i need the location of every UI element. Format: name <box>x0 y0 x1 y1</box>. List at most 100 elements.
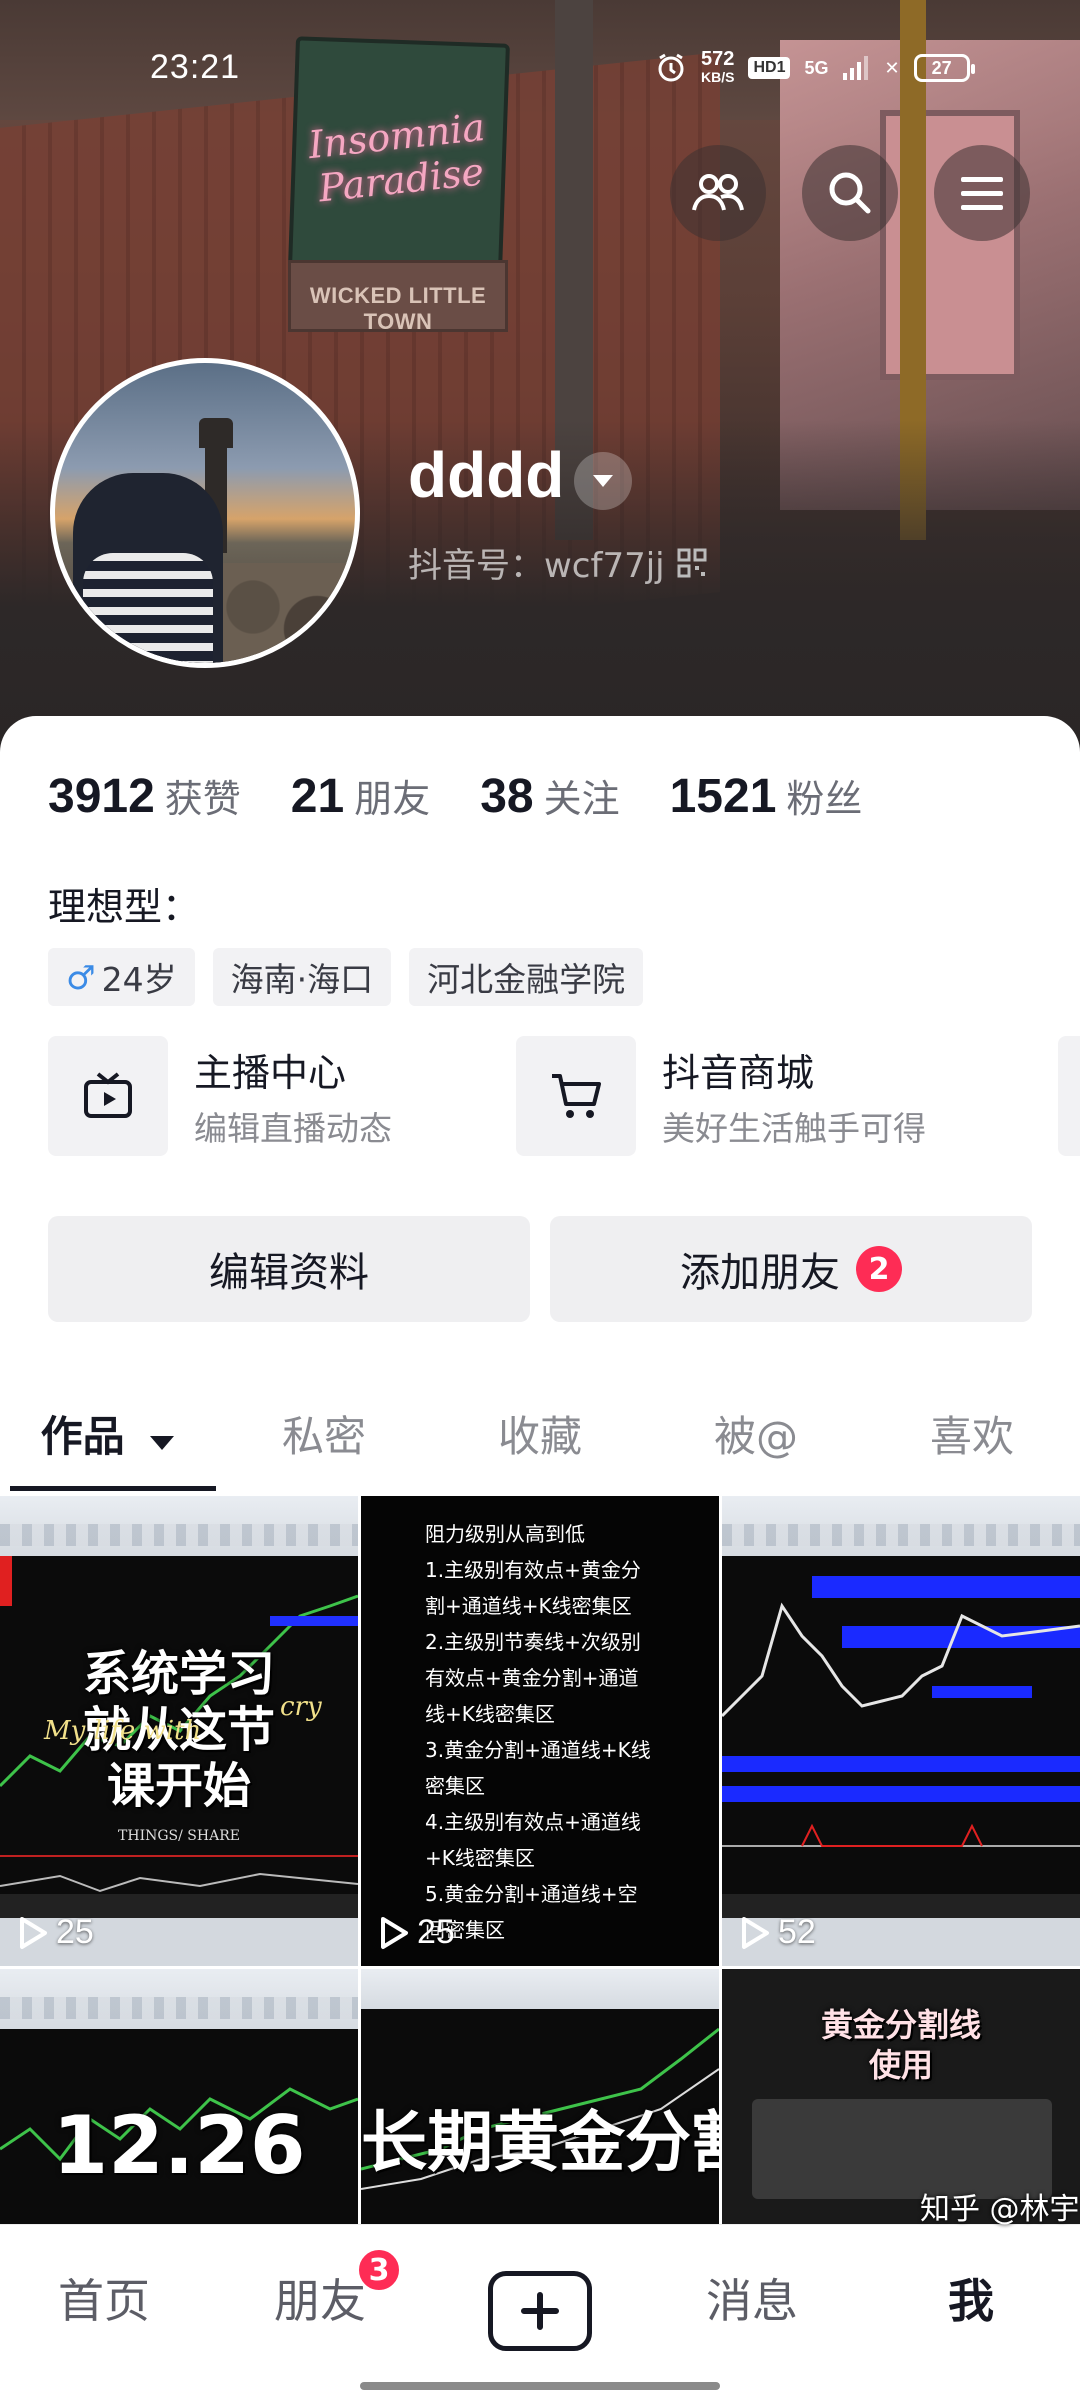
tag-school[interactable]: 河北金融学院 <box>409 948 644 1006</box>
create-button[interactable] <box>488 2271 592 2351</box>
service-entries: 主播中心 编辑直播动态 抖音商城 美好生活触手可得 <box>48 1036 1080 1160</box>
play-count-value: 52 <box>778 1913 816 1951</box>
tab-favorites[interactable]: 收藏 <box>432 1384 648 1490</box>
tile-toolbar-icons <box>722 1524 1080 1546</box>
stat-friends-label: 朋友 <box>354 777 431 821</box>
content-tabs: 作品 私密 收藏 被@ 喜欢 <box>0 1384 1080 1491</box>
video-watermark: My life with <box>44 1716 202 1746</box>
search-button[interactable] <box>802 145 898 241</box>
video-title: 12.26 <box>52 2099 306 2192</box>
play-count: 25 <box>18 1913 94 1952</box>
stat-followers-value: 1521 <box>669 770 777 823</box>
bio-text[interactable]: 理想型： <box>48 876 200 931</box>
streamer-center-entry[interactable] <box>48 1036 168 1156</box>
stat-friends[interactable]: 21 朋友 <box>291 768 430 824</box>
douyin-mall-subtitle: 美好生活触手可得 <box>662 1109 926 1148</box>
video-tile[interactable]: 系统学习 就从这节 课开始 My life with cry THINGS/ S… <box>0 1496 358 1966</box>
streamer-center-title[interactable]: 主播中心 <box>194 1042 346 1097</box>
video-tile[interactable]: 阻力级别从高到低 1.主级别有效点+黄金分 割+通道线+K线密集区 2.主级别节… <box>361 1496 719 1966</box>
video-text-line: 4.主级别有效点+通道线 <box>425 1810 641 1834</box>
caret-down-icon <box>593 475 613 487</box>
tag-school-text: 河北金融学院 <box>427 960 626 999</box>
video-text-line: 有效点+黄金分割+通道 <box>425 1666 639 1690</box>
profile-card: 3912 获赞 21 朋友 38 关注 1521 粉丝 理想型： ♂ 24岁 海南·海口 … <box>0 716 1080 2400</box>
video-text-line: 5.黄金分割+通道线+空 <box>425 1882 638 1906</box>
add-friend-button[interactable]: 添加朋友 2 <box>550 1216 1032 1322</box>
battery-level: 27 <box>931 58 952 78</box>
caret-down-icon <box>150 1436 175 1450</box>
menu-button[interactable] <box>934 145 1030 241</box>
tab-mentions[interactable]: 被@ <box>648 1384 864 1490</box>
signal-icon <box>843 56 869 80</box>
qr-code-icon[interactable] <box>677 548 707 578</box>
stat-following[interactable]: 38 关注 <box>480 768 619 824</box>
stat-following-label: 关注 <box>543 777 620 821</box>
stat-friends-value: 21 <box>290 770 345 823</box>
home-indicator[interactable] <box>360 2382 720 2390</box>
video-tile[interactable]: 12.26 <box>0 1969 358 2229</box>
tab-likes[interactable]: 喜欢 <box>864 1384 1080 1490</box>
video-tile[interactable]: 长期黄金分割 <box>361 1969 719 2229</box>
candlestick-chart <box>722 1576 1080 1847</box>
avatar-shirt <box>83 553 213 663</box>
nav-home[interactable]: 首页 <box>58 2265 150 2331</box>
streamer-center-subtitle: 编辑直播动态 <box>194 1109 392 1148</box>
tag-age-text: 24岁 <box>101 960 177 999</box>
video-title-line: 黄金分割线 <box>820 2006 981 2044</box>
video-text-line: 阻力级别从高到低 <box>425 1522 585 1546</box>
tab-works-label: 作品 <box>40 1412 125 1461</box>
tab-private[interactable]: 私密 <box>216 1384 432 1490</box>
stat-likes[interactable]: 3912 获赞 <box>48 768 241 824</box>
video-title: 长期黄金分割 <box>361 2104 719 2181</box>
male-icon: ♂ <box>66 957 96 997</box>
tag-age[interactable]: ♂ 24岁 <box>48 948 195 1006</box>
status-time: 23:21 <box>150 48 241 86</box>
avatar[interactable] <box>50 358 360 668</box>
tag-location-text: 海南·海口 <box>230 960 374 999</box>
stat-followers[interactable]: 1521 粉丝 <box>670 768 863 824</box>
video-tile[interactable]: 52 <box>722 1496 1080 1966</box>
tv-icon <box>84 1072 132 1118</box>
plus-icon <box>521 2292 559 2330</box>
stat-likes-value: 3912 <box>48 770 155 823</box>
next-service-peek[interactable] <box>1058 1036 1080 1156</box>
stat-following-value: 38 <box>480 770 534 823</box>
video-text-line: 3.黄金分割+通道线+K线 <box>425 1738 651 1762</box>
video-text-line: 1.主级别有效点+黄金分 <box>425 1558 641 1582</box>
video-text-line: 密集区 <box>425 1774 485 1798</box>
video-text-line: +K线密集区 <box>425 1846 535 1870</box>
friends-button[interactable] <box>670 145 766 241</box>
tag-location[interactable]: 海南·海口 <box>212 948 392 1006</box>
edit-profile-button[interactable]: 编辑资料 <box>48 1216 530 1322</box>
bottom-nav: 首页 朋友 3 消息 我 <box>0 2224 1080 2400</box>
status-icons: 572 KB/S HD1 5G ✕ 27 <box>655 49 975 86</box>
nav-me[interactable]: 我 <box>948 2265 994 2331</box>
cart-icon <box>552 1074 601 1118</box>
town-sign: WICKED LITTLE TOWN <box>288 260 508 334</box>
town-sign-text: WICKED LITTLE TOWN <box>309 283 487 334</box>
douyin-mall-title[interactable]: 抖音商城 <box>662 1042 814 1097</box>
video-text-line: 间密集区 <box>425 1918 505 1942</box>
search-icon <box>829 172 871 214</box>
account-switch-button[interactable] <box>574 452 632 510</box>
nav-friends[interactable]: 朋友 <box>274 2265 366 2331</box>
nav-messages[interactable]: 消息 <box>706 2265 798 2331</box>
play-icon <box>381 1916 408 1949</box>
add-friend-badge: 2 <box>856 1246 902 1292</box>
tab-indicator <box>10 1486 216 1491</box>
tab-works[interactable]: 作品 <box>0 1384 216 1490</box>
play-count-value: 25 <box>417 1913 455 1951</box>
douyin-id[interactable]: 抖音号：wcf77jj <box>408 538 707 587</box>
edit-profile-label: 编辑资料 <box>209 1250 369 1296</box>
no-signal-icon: ✕ <box>884 57 900 78</box>
video-title: 黄金分割线 使用 <box>722 2005 1080 2085</box>
douyin-mall-entry[interactable] <box>516 1036 636 1156</box>
alarm-icon <box>658 53 684 82</box>
menu-icon <box>961 177 1003 210</box>
douyin-id-text: 抖音号：wcf77jj <box>408 546 665 586</box>
play-count: 25 <box>379 1913 455 1952</box>
play-count: 52 <box>740 1913 816 1952</box>
stats-row: 3912 获赞 21 朋友 38 关注 1521 粉丝 <box>48 768 862 824</box>
network-type: 5G <box>804 57 829 78</box>
play-icon <box>742 1916 769 1949</box>
